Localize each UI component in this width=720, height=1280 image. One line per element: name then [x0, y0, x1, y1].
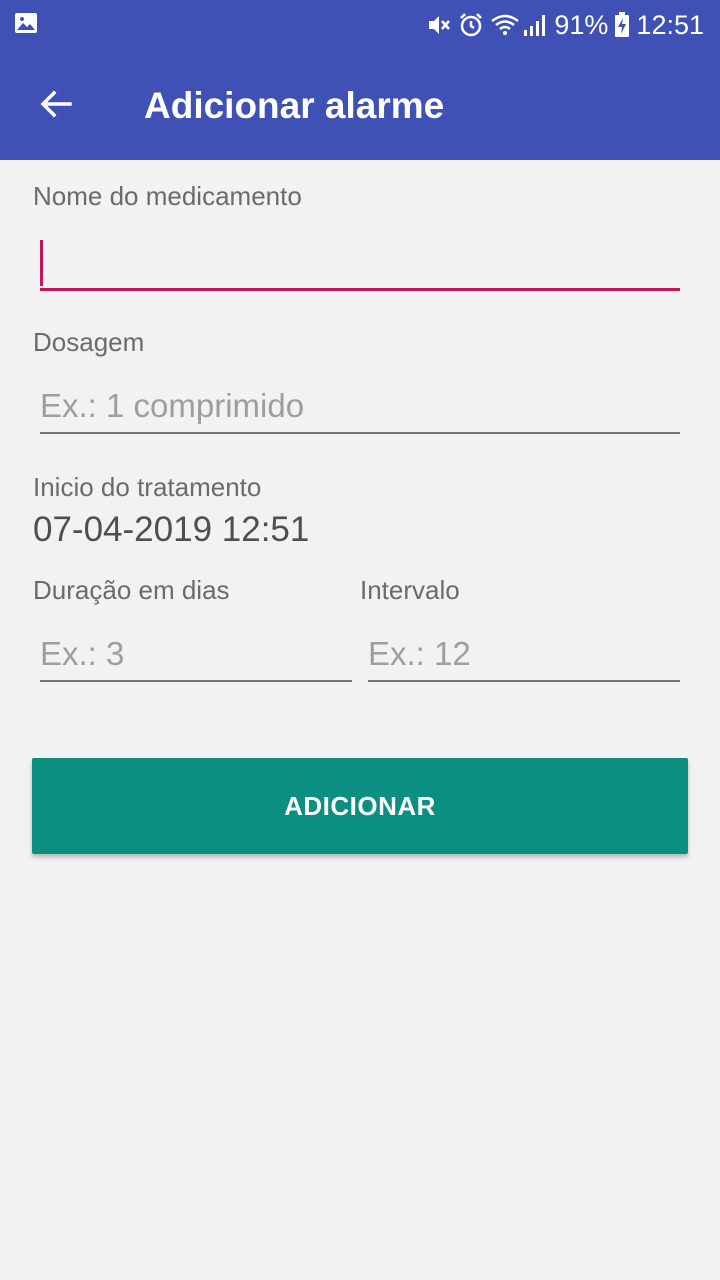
interval-label: Intervalo: [360, 575, 460, 605]
image-icon: [14, 12, 38, 33]
interval-input[interactable]: Ex.: 12: [368, 628, 680, 682]
clock: 12:51: [636, 9, 704, 40]
arrow-back-icon[interactable]: [36, 84, 76, 124]
medication-label: Nome do medicamento: [33, 181, 302, 211]
status-bar: 91% 12:51: [0, 0, 720, 50]
battery-charging-icon: [614, 12, 630, 38]
app-toolbar: Adicionar alarme: [0, 50, 720, 160]
text-caret: [40, 240, 43, 286]
alarm-icon: [458, 12, 484, 38]
duration-placeholder: Ex.: 3: [40, 635, 125, 672]
dosage-input[interactable]: Ex.: 1 comprimido: [40, 380, 680, 434]
mute-icon: [426, 12, 452, 38]
dosage-placeholder: Ex.: 1 comprimido: [40, 387, 305, 424]
page-title: Adicionar alarme: [144, 85, 445, 126]
start-date-label: Inicio do tratamento: [33, 472, 262, 502]
battery-percent: 91%: [554, 9, 609, 40]
add-button[interactable]: ADICIONAR: [32, 758, 688, 854]
interval-placeholder: Ex.: 12: [368, 635, 471, 672]
dosage-label: Dosagem: [33, 327, 145, 357]
add-button-label: ADICIONAR: [284, 790, 436, 821]
duration-input[interactable]: Ex.: 3: [40, 628, 352, 682]
wifi-icon: [490, 12, 520, 38]
duration-label: Duração em dias: [33, 575, 230, 605]
start-date-value[interactable]: 07-04-2019 12:51: [33, 508, 309, 552]
signal-icon: [522, 12, 548, 38]
medication-name-input[interactable]: [40, 236, 680, 291]
